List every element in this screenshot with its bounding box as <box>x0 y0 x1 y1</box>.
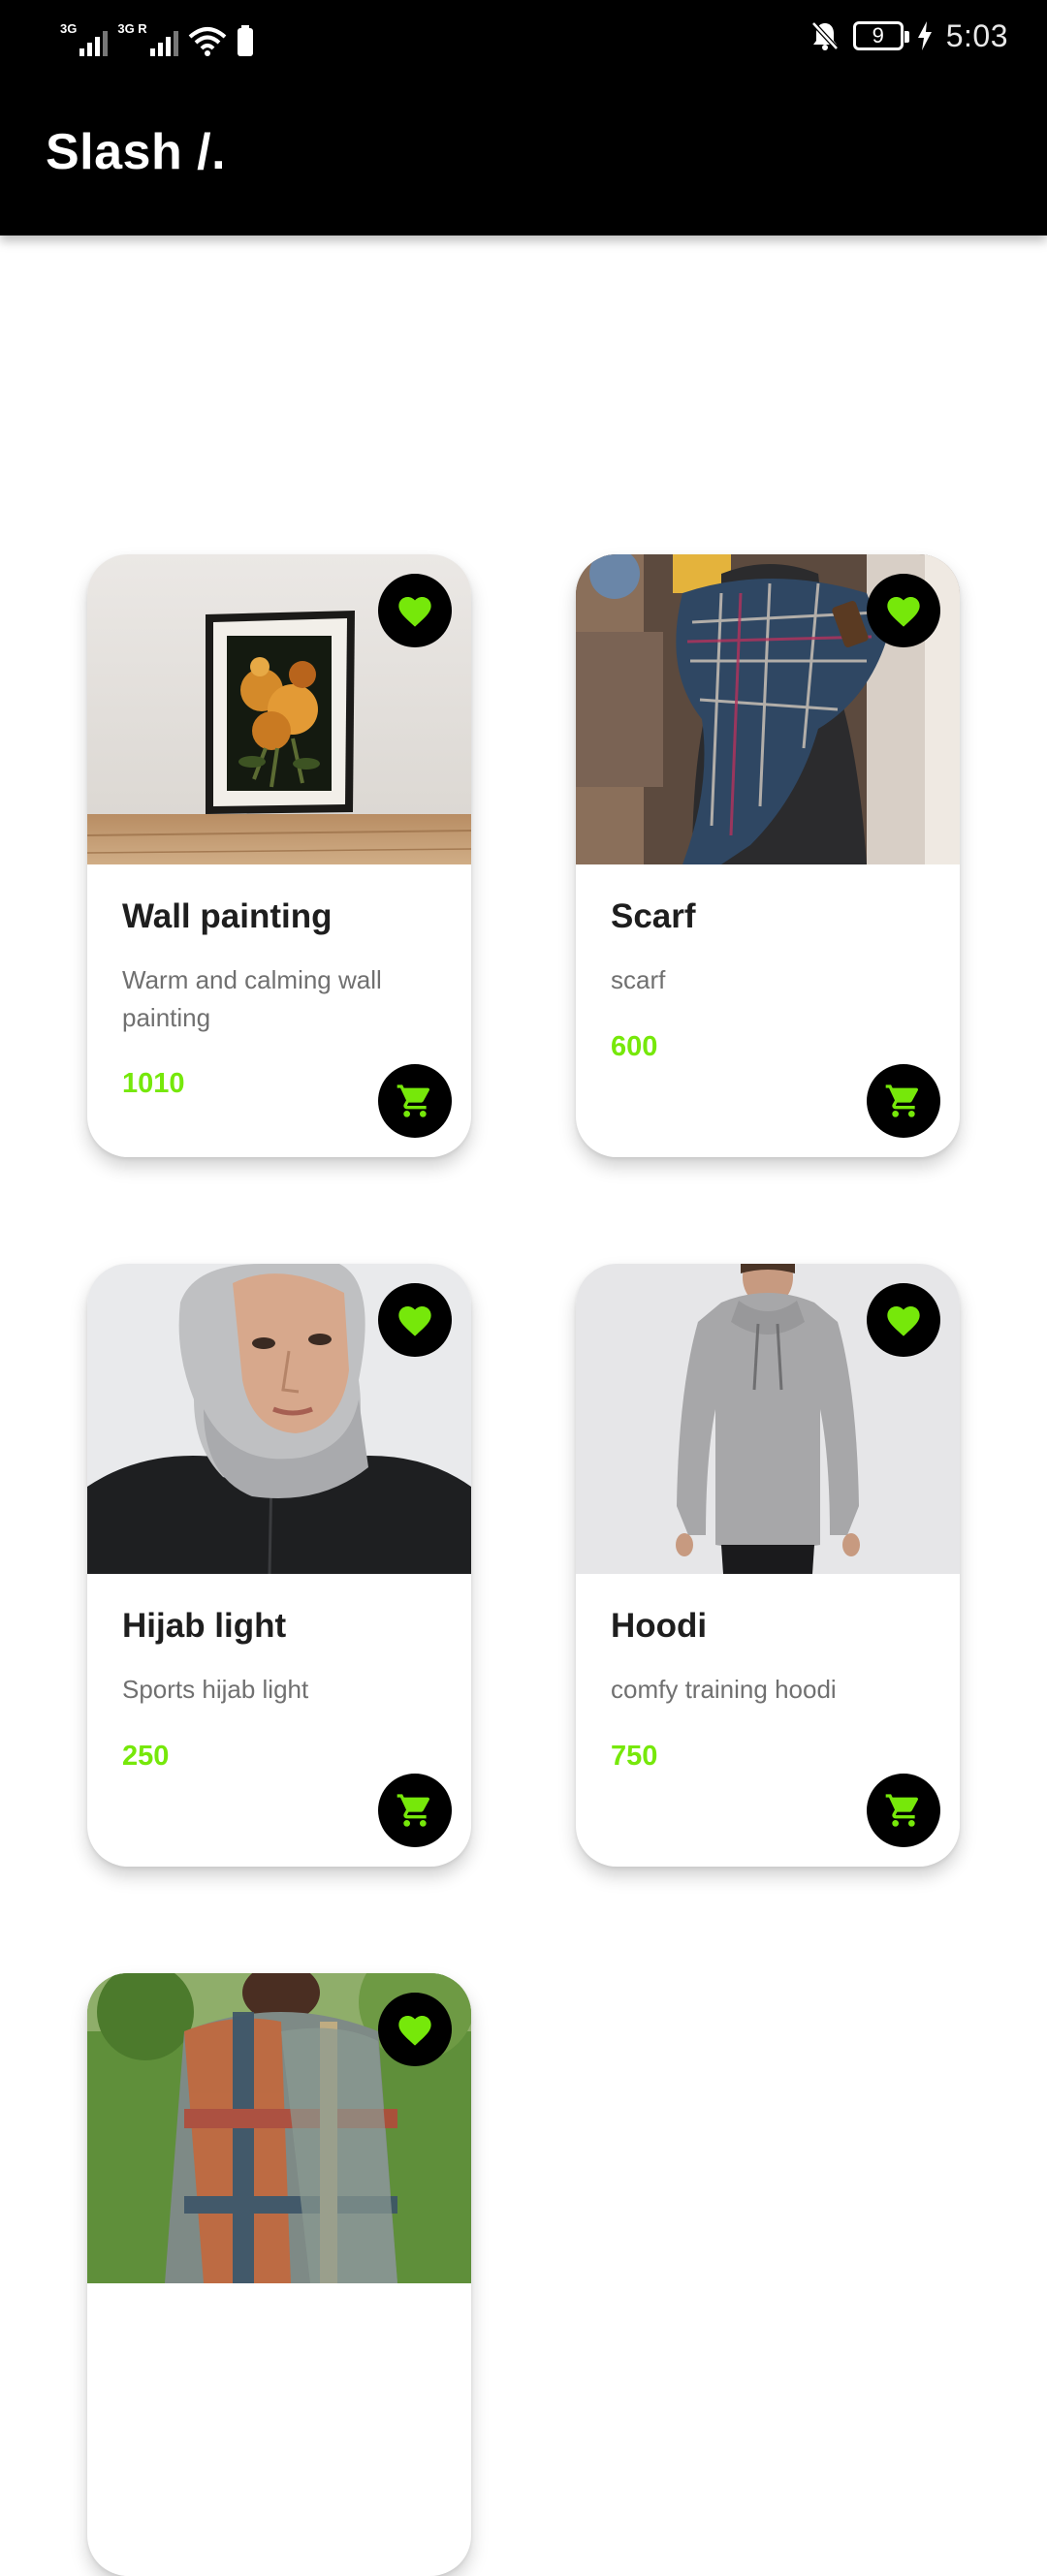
add-to-cart-button[interactable] <box>378 1774 452 1847</box>
charging-bolt-icon <box>917 21 932 50</box>
product-card[interactable]: Hoodi comfy training hoodi 750 <box>576 1264 960 1867</box>
battery-icon: 9 <box>852 21 909 50</box>
sim2-label: 3G R <box>117 21 147 36</box>
add-to-cart-button[interactable] <box>378 1064 452 1138</box>
product-price: 750 <box>611 1741 658 1772</box>
favorite-button[interactable] <box>378 1283 452 1357</box>
wifi-icon <box>188 27 227 56</box>
heart-icon <box>887 597 920 627</box>
heart-icon <box>398 1306 431 1336</box>
favorite-button[interactable] <box>867 1283 940 1357</box>
favorite-button[interactable] <box>867 574 940 647</box>
product-card[interactable]: Scarf scarf 600 <box>576 554 960 1157</box>
product-title: Wall painting <box>122 897 333 935</box>
product-card[interactable] <box>87 1973 471 2576</box>
product-price: 1010 <box>122 1068 185 1099</box>
product-card[interactable]: Hijab light Sports hijab light 250 <box>87 1264 471 1867</box>
product-card[interactable]: Wall painting Warm and calming wall pain… <box>87 554 471 1157</box>
product-price: 600 <box>611 1031 658 1062</box>
status-left: 3G 3G R <box>60 17 254 56</box>
product-description: Sports hijab light <box>122 1675 309 1704</box>
heart-icon <box>398 2016 431 2046</box>
status-time: 5:03 <box>945 17 1008 53</box>
battery-level: 9 <box>872 23 884 47</box>
product-price: 250 <box>122 1741 170 1772</box>
product-description: scarf <box>611 965 666 994</box>
status-bar: 3G 3G R 9 5:03 <box>0 0 1047 73</box>
sim1-label: 3G <box>60 21 78 36</box>
heart-icon <box>887 1306 920 1336</box>
product-title: Scarf <box>611 897 696 935</box>
cart-icon <box>885 1084 919 1117</box>
heart-icon <box>398 597 431 627</box>
app-title: Slash /. <box>46 124 227 180</box>
favorite-button[interactable] <box>378 574 452 647</box>
signal-bars-icon <box>149 27 178 56</box>
status-right: 9 5:03 <box>810 14 1008 58</box>
cart-icon <box>885 1794 919 1827</box>
product-description: Warm and calming wall painting <box>122 965 382 1032</box>
product-title: Hoodi <box>611 1607 708 1645</box>
battery-saver-icon <box>237 25 253 56</box>
notifications-off-icon <box>810 21 839 50</box>
product-description: comfy training hoodi <box>611 1675 837 1704</box>
favorite-button[interactable] <box>378 1993 452 2066</box>
cart-icon <box>397 1794 430 1827</box>
add-to-cart-button[interactable] <box>867 1774 940 1847</box>
add-to-cart-button[interactable] <box>867 1064 940 1138</box>
cart-icon <box>397 1084 430 1117</box>
app-bar: Slash /. <box>0 73 1047 236</box>
signal-bars-icon <box>79 27 109 56</box>
product-title: Hijab light <box>122 1607 287 1645</box>
sim1-signal: 3G <box>60 21 109 56</box>
sim2-signal: 3G R <box>117 21 178 56</box>
